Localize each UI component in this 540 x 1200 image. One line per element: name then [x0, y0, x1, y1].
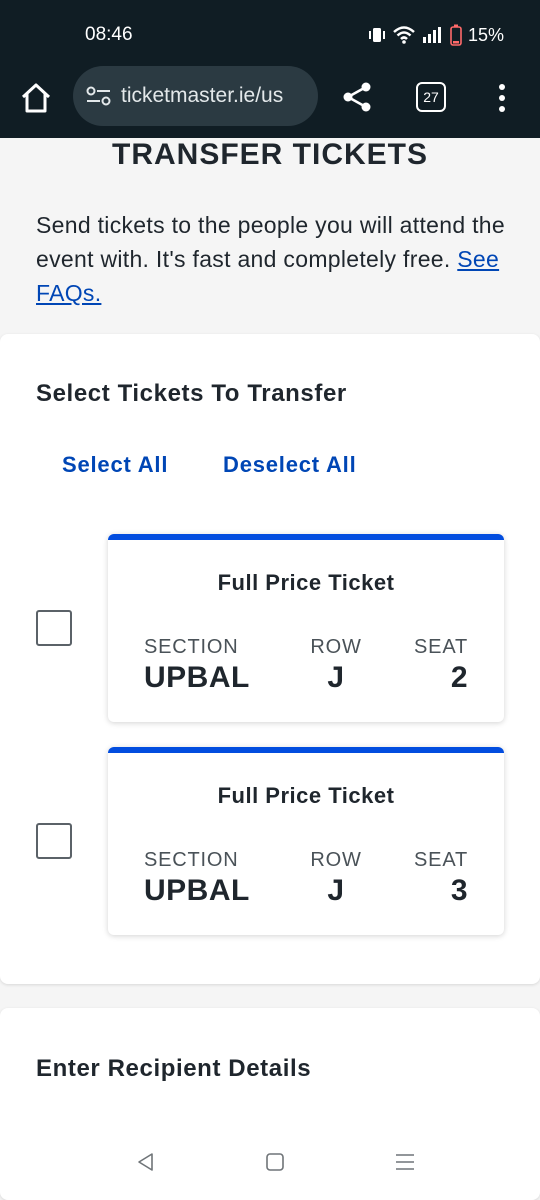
tab-switcher-button[interactable]: 27 — [416, 82, 446, 112]
wifi-icon — [393, 26, 415, 44]
square-icon[interactable] — [263, 1150, 287, 1174]
select-tickets-heading: Select Tickets To Transfer — [36, 380, 347, 407]
url-text: ticketmaster.ie/us — [121, 84, 284, 107]
recents-lines-icon[interactable] — [393, 1150, 417, 1174]
battery-percent: 15% — [467, 24, 504, 45]
section-value: UPBAL — [144, 661, 250, 694]
address-bar[interactable]: ticketmaster.ie/us — [73, 66, 318, 126]
ticket-row: ROW J — [308, 849, 364, 908]
vibrate-icon — [368, 28, 385, 42]
battery-icon — [450, 24, 462, 46]
ticket-seat: SEAT 3 — [414, 849, 468, 908]
row-value: J — [327, 874, 345, 907]
browser-toolbar: ticketmaster.ie/us 27 — [0, 62, 540, 138]
select-all-button[interactable]: Select All — [62, 452, 168, 478]
status-bar: 08:46 15% — [0, 0, 540, 62]
seat-value: 3 — [450, 874, 468, 907]
ticket-section: SECTION UPBAL — [144, 636, 250, 695]
ticket-row: ROW J — [308, 636, 364, 695]
share-icon[interactable] — [340, 80, 374, 114]
deselect-all-button[interactable]: Deselect All — [223, 452, 357, 478]
seat-label: SEAT — [414, 849, 468, 871]
ticket-seat: SEAT 2 — [414, 636, 468, 695]
ticket-checkbox[interactable] — [36, 610, 72, 646]
status-icons: 15% — [368, 24, 504, 46]
page-title: TRANSFER TICKETS — [112, 138, 428, 171]
seat-value: 2 — [450, 661, 468, 694]
intro-text: Send tickets to the people you will atte… — [36, 208, 506, 310]
section-value: UPBAL — [144, 874, 250, 907]
more-vert-icon[interactable] — [492, 80, 512, 116]
section-label: SECTION — [144, 636, 239, 658]
section-label: SECTION — [144, 849, 239, 871]
tab-count: 27 — [423, 89, 439, 105]
ticket-title: Full Price Ticket — [217, 783, 395, 808]
home-icon[interactable] — [18, 80, 54, 116]
row-value: J — [327, 661, 345, 694]
status-time: 08:46 — [85, 24, 133, 45]
ticket-section: SECTION UPBAL — [144, 849, 250, 908]
row-label: ROW — [310, 636, 362, 658]
signal-icon — [422, 27, 441, 43]
tune-icon[interactable] — [85, 84, 113, 108]
seat-label: SEAT — [414, 636, 468, 658]
row-label: ROW — [310, 849, 362, 871]
recipient-heading: Enter Recipient Details — [36, 1055, 312, 1082]
system-nav-bar — [0, 1130, 540, 1200]
ticket-title: Full Price Ticket — [217, 570, 395, 595]
back-triangle-icon[interactable] — [134, 1150, 158, 1174]
ticket-checkbox[interactable] — [36, 823, 72, 859]
ticket-card[interactable]: Full Price Ticket SECTION UPBAL ROW J SE… — [108, 534, 504, 722]
ticket-card[interactable]: Full Price Ticket SECTION UPBAL ROW J SE… — [108, 747, 504, 935]
intro-body: Send tickets to the people you will atte… — [36, 212, 505, 272]
